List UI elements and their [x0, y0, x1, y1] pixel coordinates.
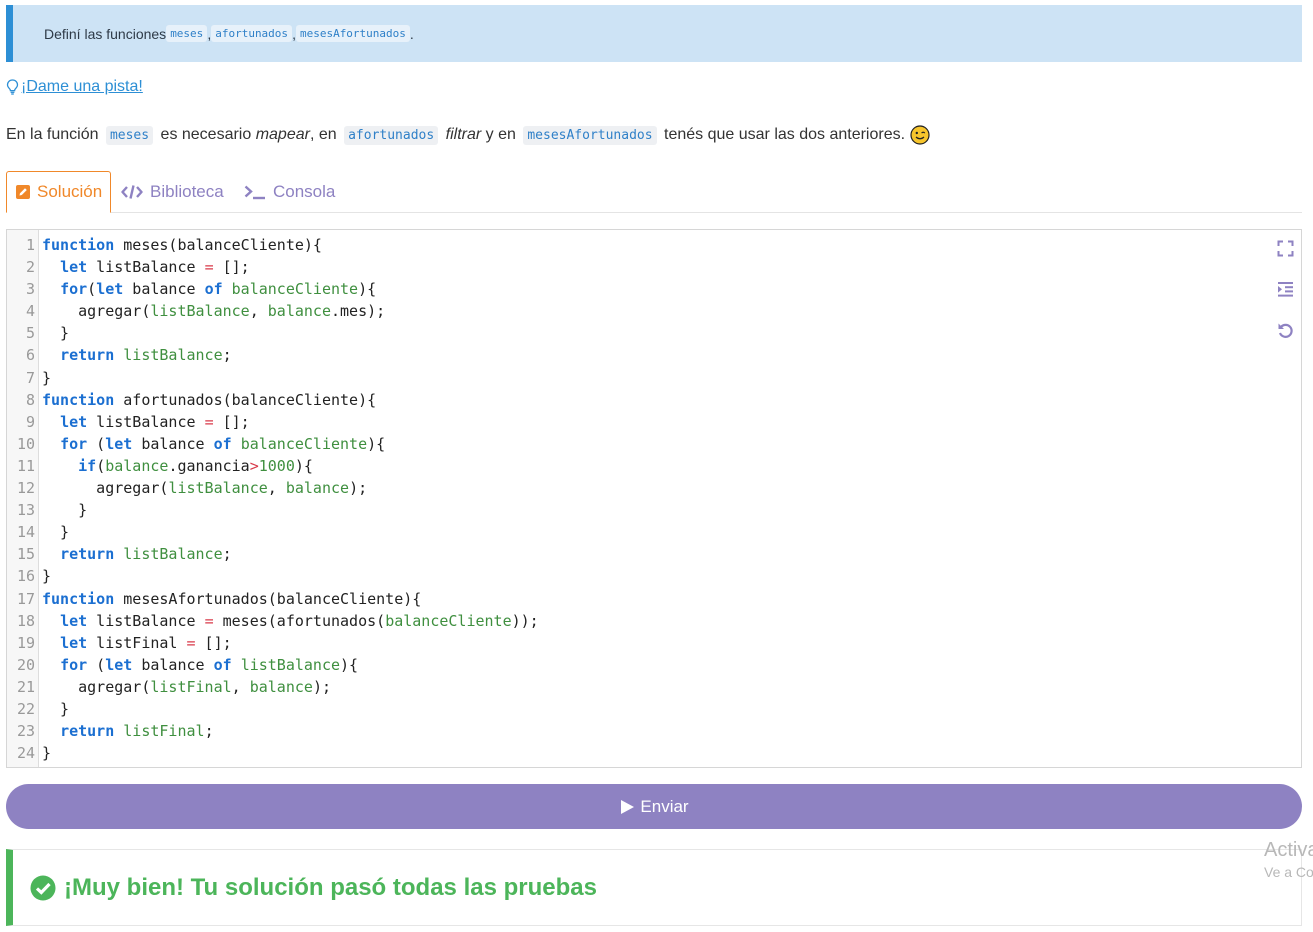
code-line[interactable]: 2 let listBalance = []; [7, 256, 1301, 278]
watermark-title: Activar Windows [1264, 839, 1313, 861]
code-line[interactable]: 22 } [7, 698, 1301, 720]
tab-console-label: Consola [273, 182, 336, 201]
edit-icon [16, 185, 30, 199]
code-line[interactable]: 3 for(let balance of balanceCliente){ [7, 278, 1301, 300]
code-line[interactable]: 19 let listFinal = []; [7, 632, 1301, 654]
task-fn-meses: meses [166, 25, 208, 42]
submit-button-label: Enviar [640, 796, 689, 816]
line-number: 14 [16, 523, 35, 542]
line-number: 13 [16, 501, 35, 520]
line-number: 12 [16, 479, 35, 498]
hint-text-part: En la función [6, 126, 103, 143]
fullscreen-icon [1277, 240, 1293, 256]
hint-text-part: , en [309, 126, 342, 143]
hint-code-afortunados: afortunados [344, 125, 439, 145]
code-line[interactable]: 18 let listBalance = meses(afortunados(b… [7, 610, 1301, 632]
editor-toolbar [1275, 238, 1295, 361]
line-number: 17 [16, 589, 35, 608]
line-number: 3 [25, 280, 35, 299]
code-line[interactable]: 17 function mesesAfortunados(balanceClien… [7, 588, 1301, 610]
code-line[interactable]: 11 if(balance.ganancia>1000){ [7, 455, 1301, 477]
line-number: 11 [16, 456, 35, 475]
submit-button[interactable]: Enviar [6, 784, 1302, 829]
task-fn-meses-afortunados: mesesAfortunados [295, 25, 410, 42]
task-suffix: . [409, 25, 414, 42]
line-number: 18 [16, 611, 35, 630]
line-number: 7 [25, 368, 35, 387]
code-line[interactable]: 5 } [7, 322, 1301, 344]
code-line[interactable]: 8 function afortunados(balanceCliente){ [7, 389, 1301, 411]
line-number: 10 [16, 434, 35, 453]
hint-link[interactable]: ¡Dame una pista! [6, 76, 143, 98]
task-instructions: Definí las funciones meses , afortunados… [6, 5, 1302, 62]
line-number: 24 [16, 744, 35, 763]
reset-icon [1278, 323, 1293, 338]
result-text: ¡Muy bien! Tu solución pasó todas las pr… [64, 873, 597, 901]
code-line[interactable]: 14 } [7, 521, 1301, 543]
code-line[interactable]: 16} [7, 565, 1301, 587]
line-number: 21 [16, 677, 35, 696]
terminal-icon [244, 185, 265, 200]
task-prefix: Definí las funciones [44, 25, 167, 42]
tab-solution-label: Solución [37, 182, 103, 201]
indent-button[interactable] [1275, 279, 1295, 299]
code-editor[interactable]: 1 function meses(balanceCliente){ 2 let l… [6, 229, 1302, 768]
tab-console[interactable]: Consola [244, 171, 335, 213]
indent-icon [1277, 281, 1293, 297]
line-number: 2 [25, 258, 35, 277]
code-line[interactable]: 10 for (let balance of balanceCliente){ [7, 433, 1301, 455]
line-number: 15 [16, 545, 35, 564]
task-fn-afortunados: afortunados [211, 25, 293, 42]
hint-text-part: es necesario [156, 126, 256, 143]
code-line[interactable]: 4 agregar(listBalance, balance.mes); [7, 300, 1301, 322]
code-line[interactable]: 24} [7, 742, 1301, 764]
code-line[interactable]: 13 } [7, 499, 1301, 521]
code-line[interactable]: 12 agregar(listBalance, balance); [7, 477, 1301, 499]
code-line[interactable]: 21 agregar(listFinal, balance); [7, 676, 1301, 698]
hint-code-meses: meses [105, 125, 154, 145]
code-line[interactable]: 7} [7, 367, 1301, 389]
play-icon [621, 799, 635, 814]
tab-library-label: Biblioteca [150, 182, 224, 201]
code-lines[interactable]: 1 function meses(balanceCliente){ 2 let l… [7, 234, 1301, 764]
code-line[interactable]: 1 function meses(balanceCliente){ [7, 234, 1301, 256]
code-line[interactable]: 9 let listBalance = []; [7, 411, 1301, 433]
lightbulb-icon [6, 79, 19, 95]
line-number: 1 [25, 236, 35, 254]
code-line[interactable]: 15 return listBalance; [7, 543, 1301, 565]
hint-text: En la función meses es necesario mapear … [6, 124, 930, 146]
winking-smiley-icon [910, 125, 930, 145]
tab-solution[interactable]: Solución [6, 171, 111, 213]
hint-emphasis-mapear: mapear [255, 126, 310, 143]
line-number: 5 [25, 324, 35, 343]
line-number: 22 [16, 699, 35, 718]
line-number: 9 [25, 412, 35, 431]
hint-text-part: y en [481, 126, 521, 143]
reset-button[interactable] [1275, 320, 1295, 340]
line-number: 6 [25, 346, 35, 365]
watermark-subtitle: Ve a Configuración para activar Windows. [1264, 864, 1313, 880]
activation-watermark: Activar Windows Ve a Configuración para … [1264, 838, 1313, 882]
result-message: ¡Muy bien! Tu solución pasó todas las pr… [6, 849, 1302, 926]
check-circle-icon [30, 875, 56, 900]
line-number: 4 [25, 302, 35, 321]
line-number: 8 [25, 390, 35, 409]
code-line[interactable]: 23 return listFinal; [7, 720, 1301, 742]
hint-link-label: ¡Dame una pista! [21, 78, 143, 95]
tab-library[interactable]: Biblioteca [121, 171, 224, 213]
line-number: 19 [16, 633, 35, 652]
hint-text-part: tenés que usar las dos anteriores. [659, 126, 906, 143]
hint-code-meses-afortunados: mesesAfortunados [523, 125, 657, 145]
hint-emphasis-filtrar: filtrar [445, 126, 482, 143]
fullscreen-button[interactable] [1275, 238, 1295, 258]
line-number: 20 [16, 655, 35, 674]
code-line[interactable]: 6 return listBalance; [7, 344, 1301, 366]
line-number: 16 [16, 567, 35, 586]
line-number: 23 [16, 722, 35, 741]
code-icon [121, 185, 143, 199]
code-line[interactable]: 20 for (let balance of listBalance){ [7, 654, 1301, 676]
editor-tabs: Solución Biblioteca Consola [6, 171, 1302, 213]
